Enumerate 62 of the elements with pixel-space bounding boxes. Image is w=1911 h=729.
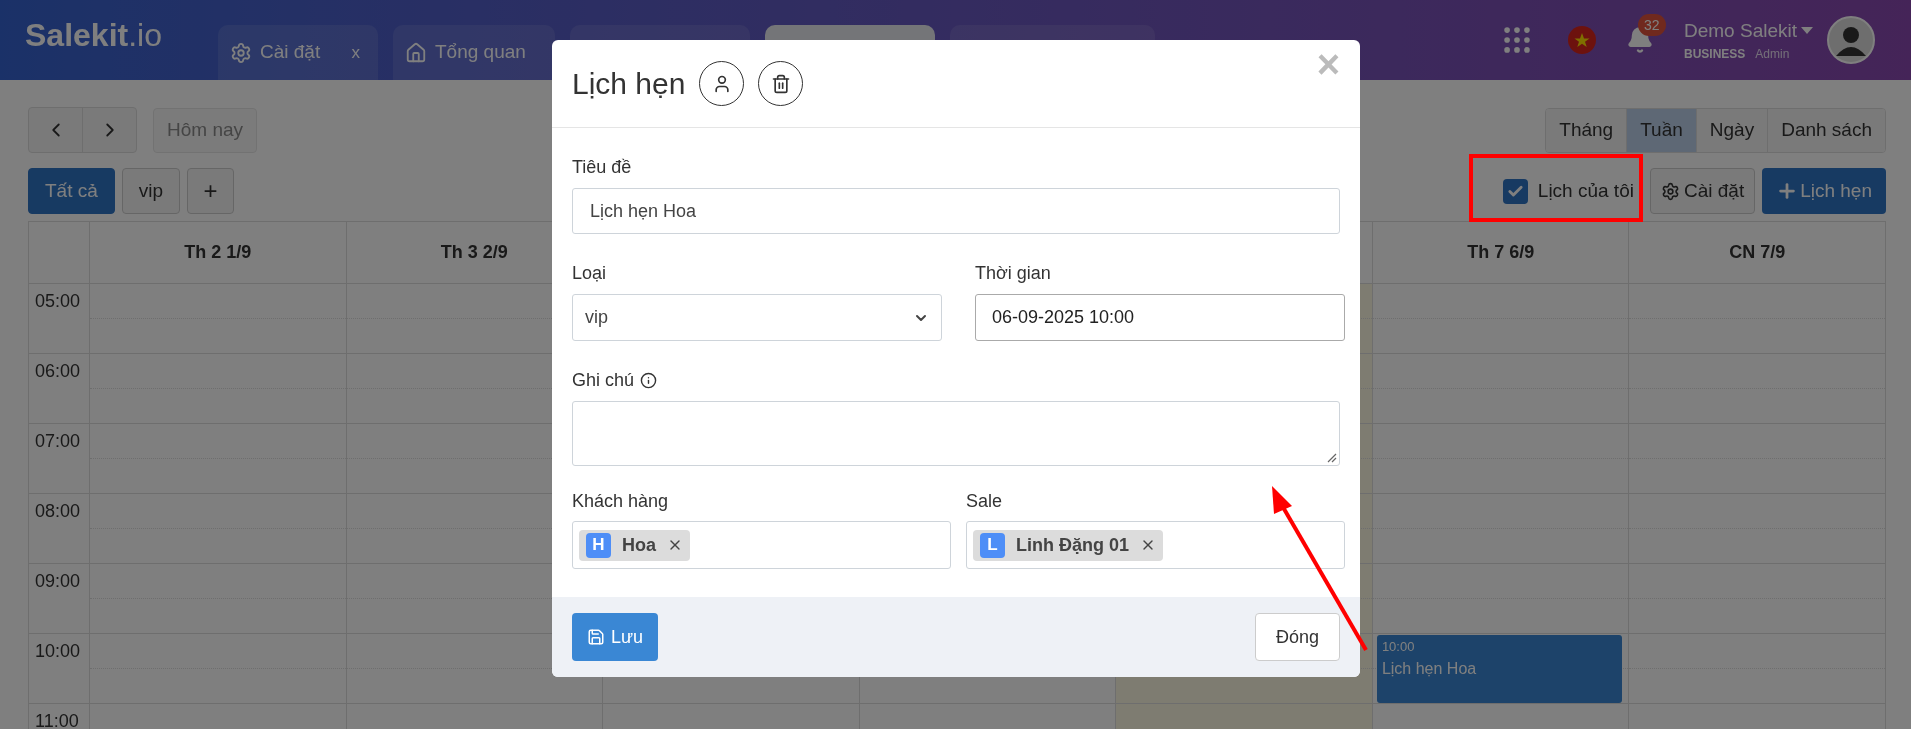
field-label: Loại: [572, 262, 608, 285]
view-tab[interactable]: Tuần: [1626, 108, 1696, 152]
field-label: Khách hàng: [572, 490, 670, 513]
type-select[interactable]: vip: [572, 294, 942, 341]
field-label: Tiêu đề: [572, 156, 633, 179]
time-label: 10:00: [35, 641, 81, 661]
home-icon: [405, 41, 427, 64]
time-label: 05:00: [35, 291, 81, 311]
modal-title: Lịch hẹn: [572, 66, 686, 102]
new-appointment-button[interactable]: Lịch hẹn: [1762, 168, 1886, 214]
add-filter-button[interactable]: +: [187, 168, 235, 214]
user-name[interactable]: Demo Salekit: [1684, 16, 1797, 46]
close-dialog-button[interactable]: Đóng: [1254, 613, 1340, 661]
flag-icon[interactable]: [1568, 26, 1596, 54]
time-label: 09:00: [35, 571, 81, 591]
calendar-event[interactable]: 10:00 Lịch hẹn Hoa: [1376, 635, 1623, 703]
field-label: Sale: [966, 490, 1004, 513]
my-calendar-checkbox[interactable]: Lịch của tôi: [1502, 176, 1634, 206]
filter-button[interactable]: Tất cả: [28, 168, 115, 214]
tag-label: Hoa: [621, 533, 657, 557]
time-label: 06:00: [35, 361, 81, 381]
tab-close[interactable]: x: [351, 39, 366, 66]
view-tab[interactable]: Tháng: [1546, 108, 1627, 152]
view-tab[interactable]: Ngày: [1695, 108, 1768, 152]
info-icon[interactable]: [640, 372, 658, 389]
avatar-icon[interactable]: [1827, 16, 1875, 64]
tab-label: Tổng quan: [435, 40, 526, 65]
event-time: 10:00: [1381, 638, 1416, 656]
trash-icon: [770, 73, 791, 94]
resize-handle-icon[interactable]: [1327, 453, 1337, 463]
filter-button[interactable]: vip: [121, 168, 181, 214]
notification-badge: 32: [1638, 14, 1666, 36]
initial-badge: L: [980, 532, 1005, 558]
checkbox-label: Lịch của tôi: [1537, 178, 1634, 203]
settings-icon: [1660, 181, 1680, 201]
title-input[interactable]: Lịch hẹn Hoa: [572, 188, 1340, 234]
time-input[interactable]: 06-09-2025 10:00: [975, 294, 1345, 341]
user-role: Admin: [1755, 46, 1790, 64]
field-label: Thời gian: [975, 262, 1052, 285]
settings-button[interactable]: Cài đặt: [1649, 168, 1756, 214]
tab-label: Cài đặt: [260, 40, 321, 65]
time-label: 07:00: [35, 431, 81, 451]
tag-field[interactable]: H Hoa: [572, 521, 951, 569]
initial-badge: H: [586, 532, 611, 558]
user-plan: BUSINESS: [1684, 46, 1746, 64]
day-header: Th 3 2/9: [440, 241, 508, 264]
caret-icon: [1801, 27, 1813, 35]
view-tab[interactable]: Danh sách: [1767, 108, 1885, 152]
save-icon: [587, 628, 605, 646]
day-header: Th 7 6/9: [1467, 241, 1535, 264]
field-label: Ghi chú: [572, 369, 635, 392]
tag-label: Linh Đặng 01: [1015, 533, 1130, 557]
checkbox[interactable]: [1502, 178, 1528, 204]
logo[interactable]: Salekit.io: [25, 11, 218, 59]
time-label: 11:00: [35, 711, 79, 729]
tag-field[interactable]: L Linh Đặng 01: [966, 521, 1345, 569]
day-header: Th 2 1/9: [184, 241, 252, 264]
time-label: 08:00: [35, 501, 81, 521]
save-button[interactable]: Lưu: [572, 613, 659, 661]
day-header: CN 7/9: [1729, 241, 1786, 264]
event-title: Lịch hẹn Hoa: [1381, 658, 1478, 679]
settings-icon: [230, 41, 252, 64]
